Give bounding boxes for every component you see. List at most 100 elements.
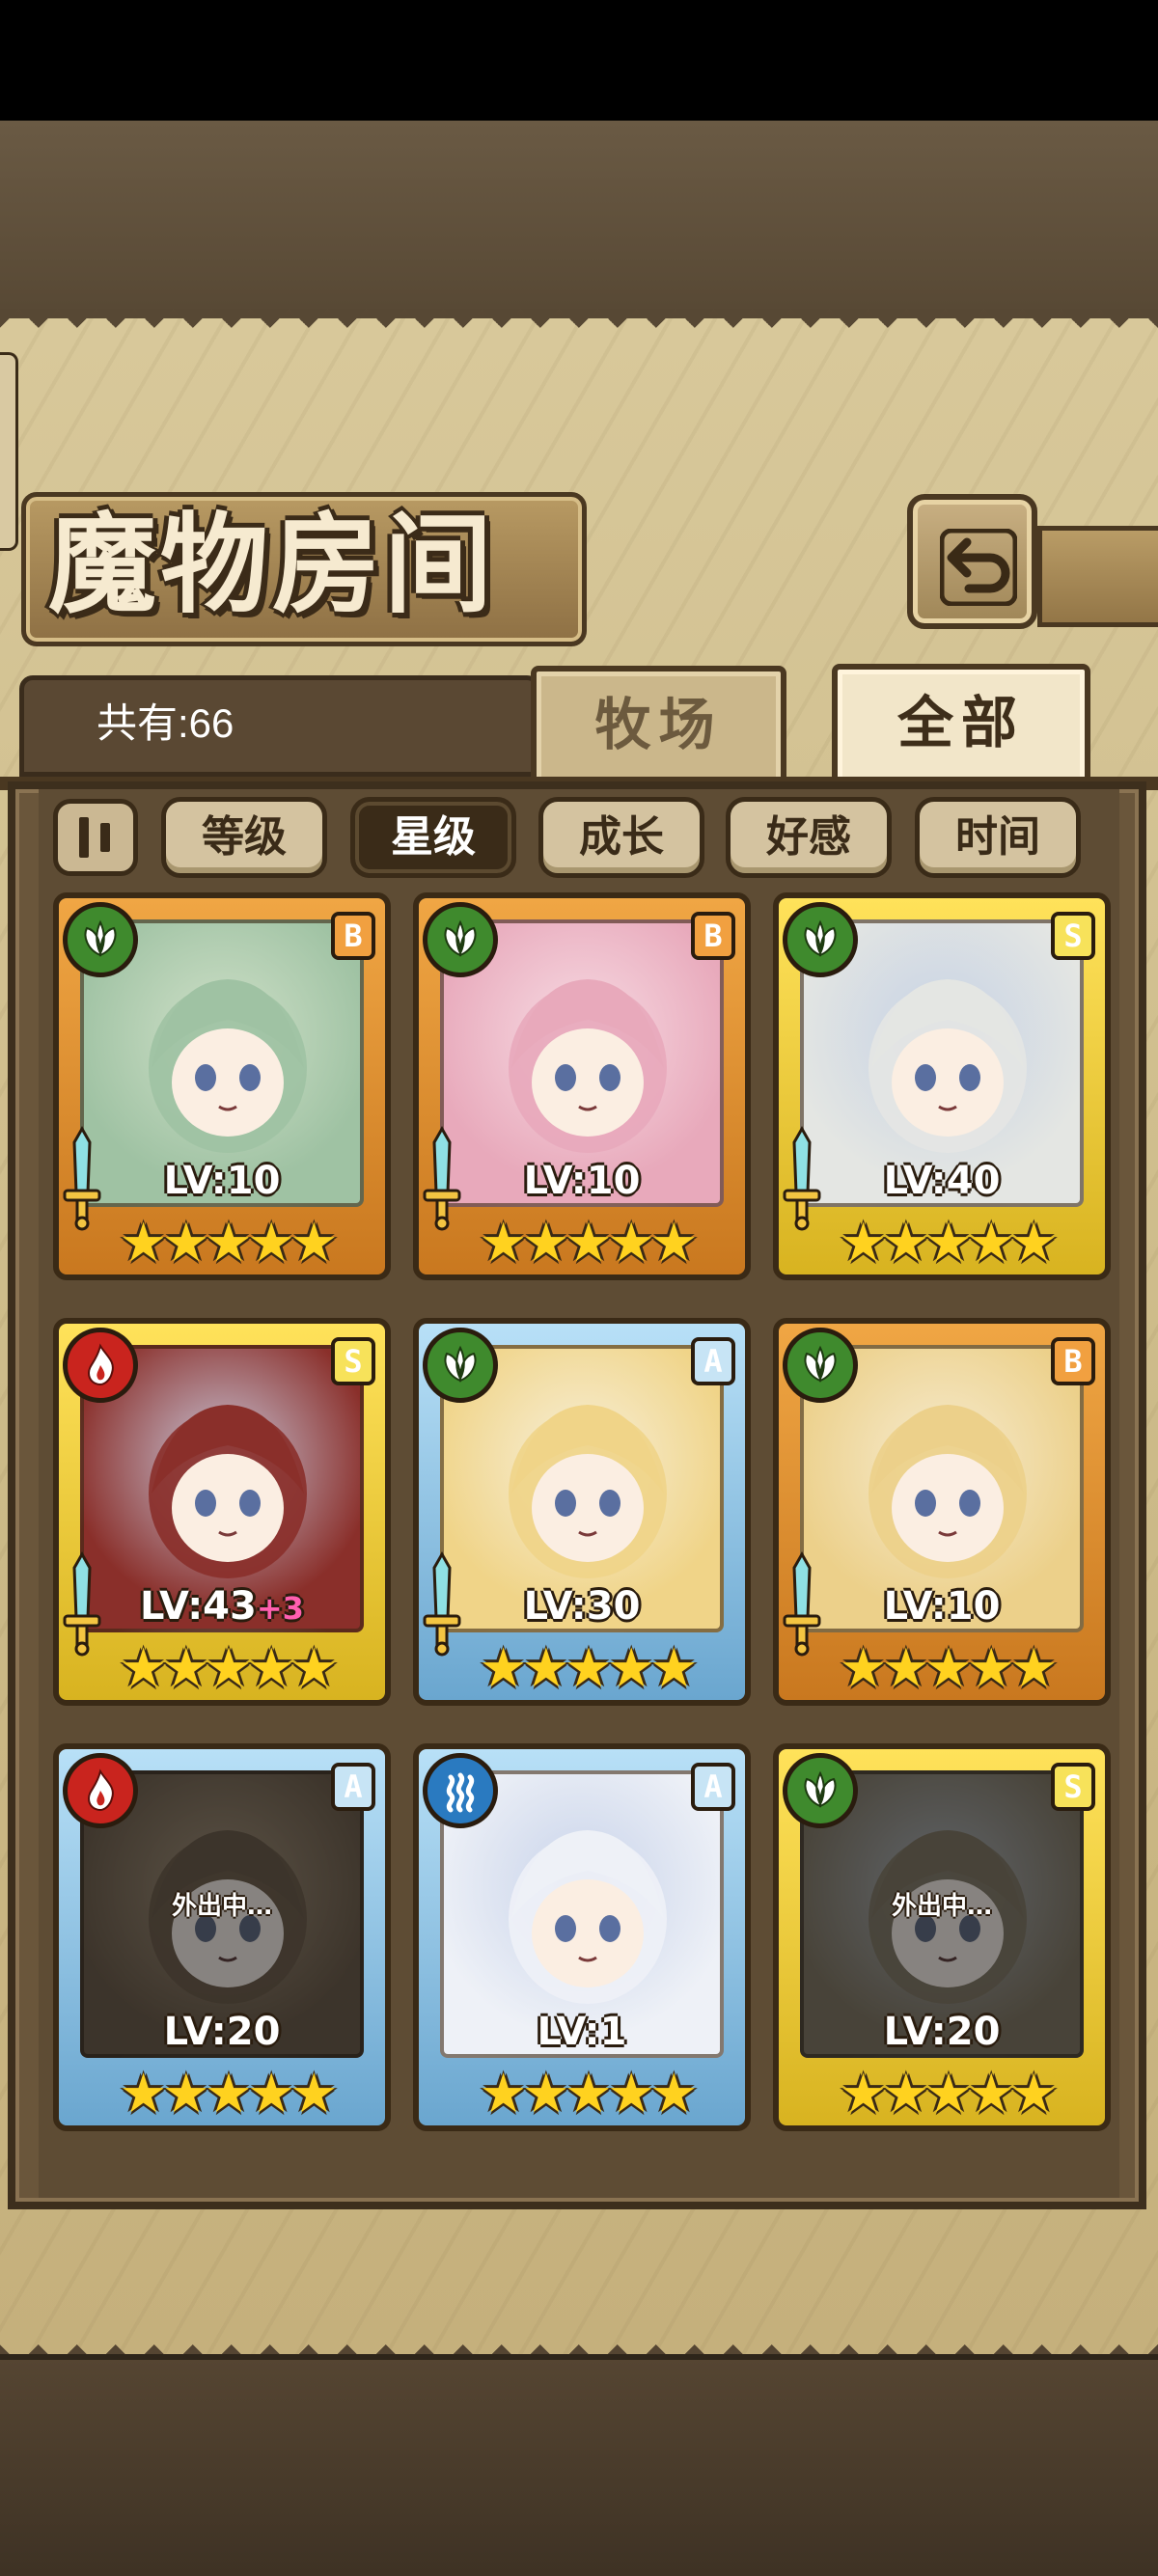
star-icon: ★: [924, 1212, 973, 1274]
fire-element-icon: [63, 1328, 138, 1403]
monster-card[interactable]: B LV:10 ★★★★★: [773, 1318, 1111, 1706]
rank-badge: B: [331, 912, 375, 960]
rank-badge: B: [691, 912, 735, 960]
star-icon: ★: [607, 1637, 655, 1700]
top-map-band: [0, 121, 1158, 324]
star-icon: ★: [967, 1212, 1015, 1274]
star-rating: ★★★★★: [475, 1212, 698, 1274]
monster-card[interactable]: S 外出中… LV:20 ★★★★★: [773, 1743, 1111, 2131]
header-right-rail: [1037, 526, 1158, 627]
star-icon: ★: [607, 2063, 655, 2125]
star-icon: ★: [247, 1637, 295, 1700]
star-rating: ★★★★★: [475, 1637, 698, 1700]
star-icon: ★: [881, 1637, 930, 1700]
star-icon: ★: [161, 2063, 210, 2125]
star-icon: ★: [607, 1212, 655, 1274]
monster-card[interactable]: A LV:1 ★★★★★: [413, 1743, 751, 2131]
star-icon: ★: [564, 2063, 613, 2125]
rank-badge: A: [331, 1763, 375, 1811]
water-element-icon: [423, 1753, 498, 1828]
sort-button-affection[interactable]: 好感: [726, 797, 892, 878]
level-value: LV:40: [883, 1159, 1001, 1203]
star-icon: ★: [1009, 1212, 1058, 1274]
leaf-element-icon: [783, 1753, 858, 1828]
level-bonus: +3: [256, 1590, 304, 1627]
star-icon: ★: [204, 1212, 253, 1274]
level-value: LV:20: [883, 2010, 1001, 2054]
rank-badge: S: [1051, 912, 1095, 960]
level-value: LV:20: [163, 2010, 281, 2054]
star-icon: ★: [119, 1637, 167, 1700]
star-icon: ★: [967, 2063, 1015, 2125]
star-icon: ★: [649, 1212, 698, 1274]
star-icon: ★: [924, 1637, 973, 1700]
star-icon: ★: [839, 1637, 887, 1700]
fire-element-icon: [63, 1753, 138, 1828]
sort-button-time[interactable]: 时间: [915, 797, 1081, 878]
monster-card[interactable]: B LV:10 ★★★★★: [53, 892, 391, 1280]
star-icon: ★: [290, 1637, 338, 1700]
level-label: LV:40: [779, 1159, 1105, 1203]
sort-button-stars[interactable]: 星级: [350, 797, 516, 878]
monster-card[interactable]: S LV:43+3 ★★★★★: [53, 1318, 391, 1706]
star-rating: ★★★★★: [835, 2063, 1058, 2125]
star-icon: ★: [564, 1212, 613, 1274]
star-rating: ★★★★★: [835, 1637, 1058, 1700]
star-icon: ★: [479, 1637, 527, 1700]
star-rating: ★★★★★: [115, 1637, 338, 1700]
star-icon: ★: [479, 1212, 527, 1274]
star-icon: ★: [479, 2063, 527, 2125]
monster-card[interactable]: A LV:30 ★★★★★: [413, 1318, 751, 1706]
monster-card[interactable]: S LV:40 ★★★★★: [773, 892, 1111, 1280]
rank-badge: S: [331, 1337, 375, 1385]
level-label: LV:10: [419, 1159, 745, 1203]
star-icon: ★: [564, 1637, 613, 1700]
star-icon: ★: [204, 1637, 253, 1700]
rank-badge: S: [1051, 1763, 1095, 1811]
star-icon: ★: [521, 2063, 570, 2125]
star-icon: ★: [839, 2063, 887, 2125]
level-label: LV:10: [59, 1159, 385, 1203]
star-icon: ★: [649, 1637, 698, 1700]
level-value: LV:10: [883, 1584, 1001, 1629]
level-label: LV:10: [779, 1584, 1105, 1629]
rank-badge: A: [691, 1337, 735, 1385]
star-icon: ★: [119, 1212, 167, 1274]
star-icon: ★: [247, 1212, 295, 1274]
star-icon: ★: [521, 1637, 570, 1700]
sort-order-icon: [79, 817, 89, 858]
monster-card[interactable]: A 外出中… LV:20 ★★★★★: [53, 1743, 391, 2131]
leaf-element-icon: [423, 902, 498, 977]
sort-button-level[interactable]: 等级: [161, 797, 327, 878]
back-button[interactable]: [907, 494, 1037, 629]
level-label: LV:20: [779, 2010, 1105, 2054]
tab-farm[interactable]: 牧场: [531, 666, 786, 781]
rank-badge: A: [691, 1763, 735, 1811]
star-icon: ★: [290, 2063, 338, 2125]
star-icon: ★: [881, 2063, 930, 2125]
level-value: LV:30: [523, 1584, 641, 1629]
star-icon: ★: [924, 2063, 973, 2125]
away-status: 外出中…: [171, 1892, 272, 1921]
star-icon: ★: [1009, 1637, 1058, 1700]
star-icon: ★: [247, 2063, 295, 2125]
star-rating: ★★★★★: [115, 1212, 338, 1274]
status-bar: [0, 0, 1158, 121]
star-icon: ★: [649, 2063, 698, 2125]
away-status: 外出中…: [891, 1892, 992, 1921]
level-label: LV:43+3: [59, 1584, 385, 1629]
leaf-element-icon: [783, 1328, 858, 1403]
zigzag-edge-top: [0, 309, 1158, 338]
star-rating: ★★★★★: [835, 1212, 1058, 1274]
star-icon: ★: [1009, 2063, 1058, 2125]
rank-badge: B: [1051, 1337, 1095, 1385]
sort-order-toggle[interactable]: [53, 799, 138, 876]
side-handle[interactable]: [0, 352, 18, 551]
star-icon: ★: [204, 2063, 253, 2125]
star-icon: ★: [161, 1637, 210, 1700]
star-icon: ★: [119, 2063, 167, 2125]
level-label: LV:20: [59, 2010, 385, 2054]
monster-card[interactable]: B LV:10 ★★★★★: [413, 892, 751, 1280]
tab-all[interactable]: 全部: [832, 664, 1090, 787]
sort-button-growth[interactable]: 成长: [538, 797, 704, 878]
